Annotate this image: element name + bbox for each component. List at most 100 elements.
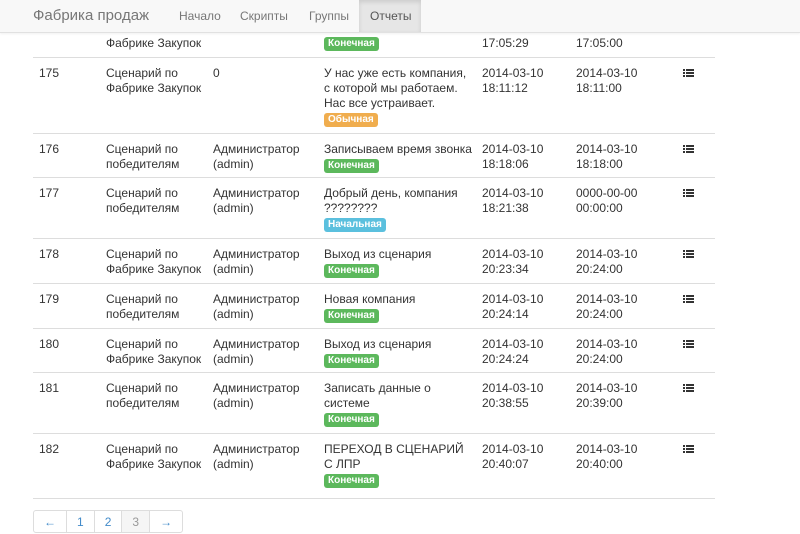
start-date: 2014-03-10 — [482, 247, 544, 261]
user-cell: Администратор (admin) — [213, 442, 300, 471]
end-date: 2014-03-10 — [576, 66, 638, 80]
pagination-page-3-current: 3 — [121, 510, 151, 533]
start-time: 18:18:06 — [482, 157, 529, 171]
step-text: Записать данные о системе — [324, 381, 431, 410]
step-text: Выход из сценария — [324, 247, 432, 261]
end-date: 2014-03-10 — [576, 442, 638, 456]
end-time: 20:39:00 — [576, 396, 623, 410]
id-cell: 178 — [39, 247, 60, 261]
end-date: 2014-03-10 — [576, 247, 638, 261]
step-text: Выход из сценария — [324, 337, 432, 351]
row-details-button[interactable] — [683, 292, 694, 308]
scenario-cell: Сценарий по Фабрике Закупок — [106, 66, 202, 95]
status-badge: Конечная — [324, 354, 379, 368]
row-details-button[interactable] — [683, 66, 694, 82]
user-cell: Администратор (admin) — [213, 337, 300, 366]
step-cell: Новая компания Конечная — [324, 292, 474, 323]
table-row: 178 Сценарий по Фабрике Закупок Администра… — [33, 238, 715, 283]
pagination-page-2[interactable]: 2 — [93, 510, 123, 533]
start-datetime-cell: 2014-03-10 20:23:34 — [482, 247, 562, 277]
step-cell: ПЕРЕХОД В СЦЕНАРИЙ С ЛПР Конечная — [324, 442, 474, 488]
step-text: Записываем время звонка — [324, 142, 472, 156]
scenario-cell: Фабрике Закупок — [106, 36, 202, 50]
end-time: 18:11:00 — [576, 81, 622, 95]
scenario-cell: Сценарий по победителям — [106, 292, 180, 321]
status-badge: Конечная — [324, 309, 379, 323]
end-time: 20:24:00 — [576, 262, 623, 276]
pagination: ← 1 2 3 → — [33, 510, 184, 533]
status-badge: Конечная — [324, 474, 379, 488]
start-datetime-cell: 2014-03-10 18:11:12 — [482, 66, 562, 96]
start-date: 2014-03-10 — [482, 442, 544, 456]
end-datetime-cell: 2014-03-10 20:39:00 — [576, 381, 656, 411]
user-cell: Администратор (admin) — [213, 292, 300, 321]
pagination-page-1[interactable]: 1 — [66, 510, 95, 533]
row-details-button[interactable] — [683, 337, 694, 353]
user-cell: Администратор (admin) — [213, 247, 300, 276]
end-time: 00:00:00 — [576, 201, 623, 215]
nav-scripts[interactable]: Скрипты — [229, 0, 299, 32]
start-time: 20:38:55 — [482, 396, 529, 410]
id-cell: 179 — [39, 292, 60, 306]
table-row: 177 Сценарий по победителям Администратор … — [33, 177, 715, 238]
user-cell: Администратор (admin) — [213, 186, 300, 215]
start-datetime-cell: 2014-03-10 20:40:07 — [482, 442, 562, 472]
nav-reports[interactable]: Отчеты — [359, 0, 421, 32]
start-date: 2014-03-10 — [482, 381, 544, 395]
step-text: ПЕРЕХОД В СЦЕНАРИЙ С ЛПР — [324, 442, 464, 471]
step-cell: Выход из сценария Конечная — [324, 337, 474, 368]
end-date: 0000-00-00 — [576, 186, 638, 200]
scenario-cell: Сценарий по Фабрике Закупок — [106, 337, 202, 366]
end-date: 2014-03-10 — [576, 142, 638, 156]
list-icon — [683, 340, 694, 349]
brand-logo[interactable]: Фабрика продаж — [33, 7, 149, 24]
end-time: 20:40:00 — [576, 457, 623, 471]
row-details-button[interactable] — [683, 247, 694, 263]
list-icon — [683, 145, 694, 154]
list-icon — [683, 295, 694, 304]
step-cell: Выход из сценария Конечная — [324, 247, 474, 278]
status-badge: Обычная — [324, 113, 378, 127]
end-date: 2014-03-10 — [576, 381, 638, 395]
id-cell: 176 — [39, 142, 60, 156]
row-details-button[interactable] — [683, 186, 694, 202]
step-cell: Добрый день, компания ???????? Начальная — [324, 186, 474, 232]
step-cell: У нас уже есть компания, с которой мы ра… — [324, 66, 474, 127]
status-badge: Конечная — [324, 159, 379, 173]
start-time: 18:21:38 — [482, 201, 529, 215]
start-datetime-cell: 2014-03-10 18:21:38 — [482, 186, 562, 216]
pagination-next-arrow[interactable]: → — [149, 510, 184, 533]
start-datetime-cell: 2014-03-10 20:24:24 — [482, 337, 562, 367]
table-row: 176 Сценарий по победителям Администратор … — [33, 133, 715, 177]
top-navbar: Фабрика продаж Начало Скрипты Группы Отч… — [0, 0, 800, 33]
end-time: 20:24:00 — [576, 352, 623, 366]
step-text: Добрый день, компания ???????? — [324, 186, 458, 215]
list-icon — [683, 69, 694, 78]
step-cell: Конечная — [324, 35, 474, 51]
nav-home[interactable]: Начало — [168, 0, 232, 32]
id-cell: 181 — [39, 381, 60, 395]
status-badge: Конечная — [324, 37, 379, 51]
step-text: Новая компания — [324, 292, 416, 306]
start-date: 2014-03-10 — [482, 292, 544, 306]
end-time: 18:18:00 — [576, 157, 623, 171]
start-time: 20:24:24 — [482, 352, 529, 366]
pagination-prev-arrow[interactable]: ← — [33, 510, 67, 533]
step-cell: Записываем время звонка Конечная — [324, 142, 474, 173]
id-cell: 177 — [39, 186, 60, 200]
step-cell: Записать данные о системе Конечная — [324, 381, 474, 427]
start-time-cell: 17:05:29 — [482, 36, 529, 50]
end-date: 2014-03-10 — [576, 292, 638, 306]
table-bottom-border — [33, 498, 715, 499]
row-details-button[interactable] — [683, 442, 694, 458]
row-details-button[interactable] — [683, 142, 694, 158]
end-datetime-cell: 0000-00-00 00:00:00 — [576, 186, 656, 216]
id-cell: 182 — [39, 442, 60, 456]
list-icon — [683, 250, 694, 259]
step-text: У нас уже есть компания, с которой мы ра… — [324, 66, 467, 110]
row-details-button[interactable] — [683, 381, 694, 397]
table-row: 180 Сценарий по Фабрике Закупок Администра… — [33, 328, 715, 372]
nav-groups[interactable]: Группы — [298, 0, 360, 32]
scenario-cell: Сценарий по победителям — [106, 186, 180, 215]
scenario-cell: Сценарий по победителям — [106, 142, 180, 171]
